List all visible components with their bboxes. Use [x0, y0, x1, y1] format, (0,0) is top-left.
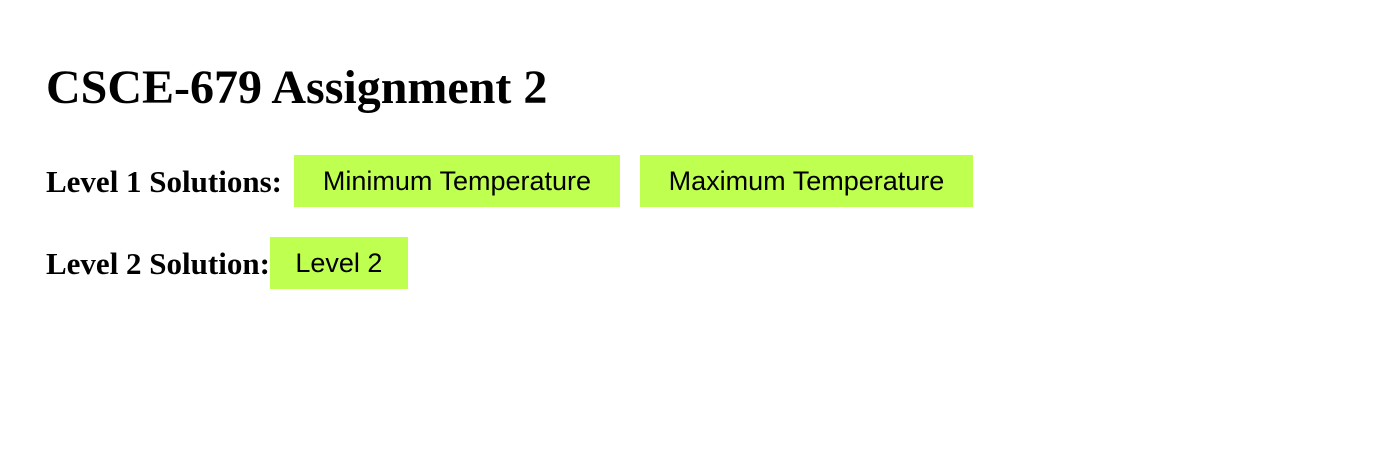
level-2-solution-label: Level 2 Solution:	[46, 246, 270, 281]
level-2-button[interactable]: Level 2	[269, 237, 408, 289]
maximum-temperature-button[interactable]: Maximum Temperature	[639, 155, 973, 207]
level-1-solutions-row: Level 1 Solutions: Minimum Temperature M…	[46, 155, 973, 207]
level-1-solutions-label: Level 1 Solutions:	[46, 164, 282, 199]
page-title: CSCE-679 Assignment 2	[46, 61, 548, 114]
page-content: CSCE-679 Assignment 2 Level 1 Solutions:…	[46, 0, 1384, 470]
minimum-temperature-button[interactable]: Minimum Temperature	[293, 155, 620, 207]
level-2-solution-row: Level 2 Solution: Level 2	[46, 237, 408, 289]
